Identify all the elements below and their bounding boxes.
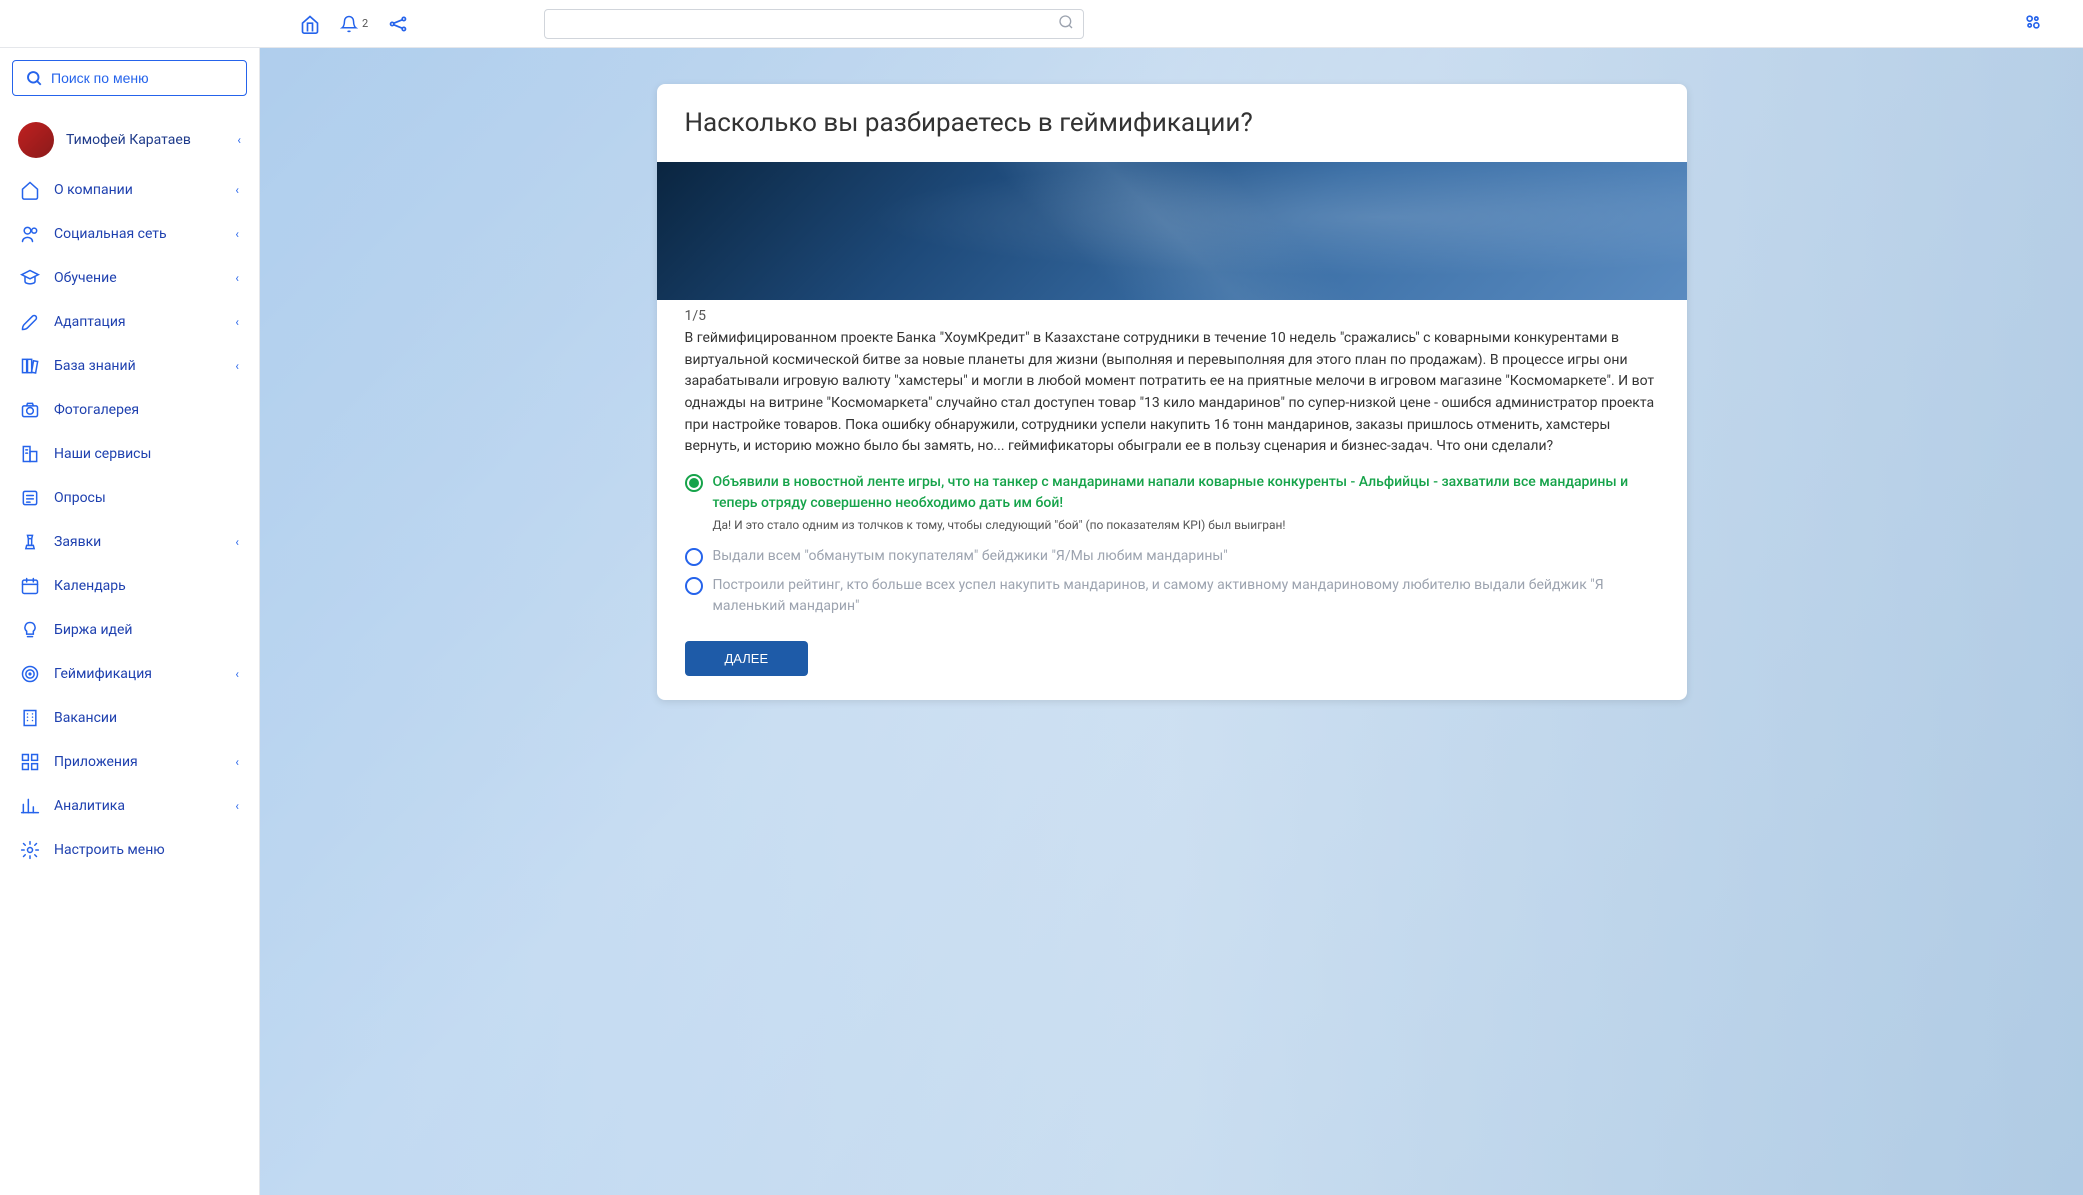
sidebar-item-calendar[interactable]: Календарь: [12, 564, 247, 608]
sidebar-item-label: Календарь: [54, 578, 239, 594]
sidebar-item-office[interactable]: Вакансии: [12, 696, 247, 740]
feedback-text: Да! И это стало одним из толчков к тому,…: [713, 518, 1659, 532]
sidebar-item-label: Наши сервисы: [54, 446, 239, 462]
chevron-left-icon: ‹: [235, 227, 239, 241]
option-text: Объявили в новостной ленте игры, что на …: [713, 472, 1659, 514]
chevron-left-icon: ‹: [237, 133, 241, 147]
bulb-icon: [20, 620, 40, 640]
chevron-left-icon: ‹: [235, 667, 239, 681]
chevron-left-icon: ‹: [235, 183, 239, 197]
search-input[interactable]: [544, 9, 1084, 39]
home-icon: [20, 180, 40, 200]
chevron-left-icon: ‹: [235, 755, 239, 769]
sidebar-item-list[interactable]: Опросы: [12, 476, 247, 520]
question-text: В геймифицированном проекте Банка "ХоумК…: [685, 328, 1659, 458]
sidebar-item-rocket[interactable]: Адаптация ‹: [12, 300, 247, 344]
settings-icon[interactable]: [2023, 12, 2043, 36]
quiz-banner: [657, 162, 1687, 300]
sidebar-item-home[interactable]: О компании ‹: [12, 168, 247, 212]
sidebar-item-education[interactable]: Обучение ‹: [12, 256, 247, 300]
main-content: Насколько вы разбираетесь в геймификации…: [260, 48, 2083, 1195]
sidebar-item-label: Геймификация: [54, 666, 221, 682]
sidebar-item-label: Социальная сеть: [54, 226, 221, 242]
chevron-left-icon: ‹: [235, 359, 239, 373]
sidebar-item-label: Обучение: [54, 270, 221, 286]
chevron-left-icon: ‹: [235, 315, 239, 329]
sidebar-item-label: Аналитика: [54, 798, 221, 814]
building-icon: [20, 444, 40, 464]
question-counter: 1/5: [685, 308, 1659, 324]
radio-icon: [685, 577, 703, 595]
sidebar-item-label: Настроить меню: [54, 842, 239, 858]
user-profile[interactable]: Тимофей Каратаев ‹: [12, 112, 247, 168]
sidebar-item-camera[interactable]: Фотогалерея: [12, 388, 247, 432]
avatar: [18, 122, 54, 158]
sidebar-item-building[interactable]: Наши сервисы: [12, 432, 247, 476]
menu-search-input[interactable]: [51, 70, 234, 86]
sidebar: Тимофей Каратаев ‹ О компании ‹ Социальн…: [0, 48, 260, 1195]
sidebar-item-target[interactable]: Геймификация ‹: [12, 652, 247, 696]
network-icon[interactable]: [388, 14, 408, 34]
sidebar-item-label: Заявки: [54, 534, 221, 550]
quiz-option[interactable]: Построили рейтинг, кто больше всех успел…: [685, 575, 1659, 617]
home-icon[interactable]: [300, 14, 320, 34]
sidebar-item-gear[interactable]: Настроить меню: [12, 828, 247, 872]
sidebar-item-bulb[interactable]: Биржа идей: [12, 608, 247, 652]
sidebar-item-chart[interactable]: Аналитика ‹: [12, 784, 247, 828]
chevron-left-icon: ‹: [235, 535, 239, 549]
notif-count: 2: [362, 17, 368, 30]
education-icon: [20, 268, 40, 288]
sidebar-item-label: О компании: [54, 182, 221, 198]
office-icon: [20, 708, 40, 728]
radio-icon: [685, 474, 703, 492]
list-icon: [20, 488, 40, 508]
quiz-option[interactable]: Объявили в новостной ленте игры, что на …: [685, 472, 1659, 514]
global-search[interactable]: [544, 9, 1084, 39]
chevron-left-icon: ‹: [235, 799, 239, 813]
sidebar-item-label: Опросы: [54, 490, 239, 506]
option-text: Выдали всем "обманутым покупателям" бейд…: [713, 546, 1228, 567]
sidebar-item-label: Приложения: [54, 754, 221, 770]
sidebar-item-books[interactable]: База знаний ‹: [12, 344, 247, 388]
sidebar-item-label: База знаний: [54, 358, 221, 374]
next-button[interactable]: ДАЛЕЕ: [685, 641, 809, 676]
search-icon: [1058, 14, 1074, 34]
chart-icon: [20, 796, 40, 816]
target-icon: [20, 664, 40, 684]
users-icon: [20, 224, 40, 244]
chess-icon: [20, 532, 40, 552]
quiz-title: Насколько вы разбираетесь в геймификации…: [657, 84, 1687, 162]
menu-search[interactable]: [12, 60, 247, 96]
sidebar-item-label: Адаптация: [54, 314, 221, 330]
sidebar-item-label: Вакансии: [54, 710, 239, 726]
sidebar-item-label: Биржа идей: [54, 622, 239, 638]
chevron-left-icon: ‹: [235, 271, 239, 285]
sidebar-item-chess[interactable]: Заявки ‹: [12, 520, 247, 564]
notifications-icon[interactable]: 2: [340, 15, 368, 33]
quiz-card: Насколько вы разбираетесь в геймификации…: [657, 84, 1687, 700]
sidebar-item-users[interactable]: Социальная сеть ‹: [12, 212, 247, 256]
camera-icon: [20, 400, 40, 420]
sidebar-item-label: Фотогалерея: [54, 402, 239, 418]
option-text: Построили рейтинг, кто больше всех успел…: [713, 575, 1659, 617]
books-icon: [20, 356, 40, 376]
apps-icon: [20, 752, 40, 772]
gear-icon: [20, 840, 40, 860]
radio-icon: [685, 548, 703, 566]
top-header: 2: [0, 0, 2083, 48]
rocket-icon: [20, 312, 40, 332]
quiz-option[interactable]: Выдали всем "обманутым покупателям" бейд…: [685, 546, 1659, 567]
user-name: Тимофей Каратаев: [66, 132, 225, 148]
calendar-icon: [20, 576, 40, 596]
sidebar-item-apps[interactable]: Приложения ‹: [12, 740, 247, 784]
